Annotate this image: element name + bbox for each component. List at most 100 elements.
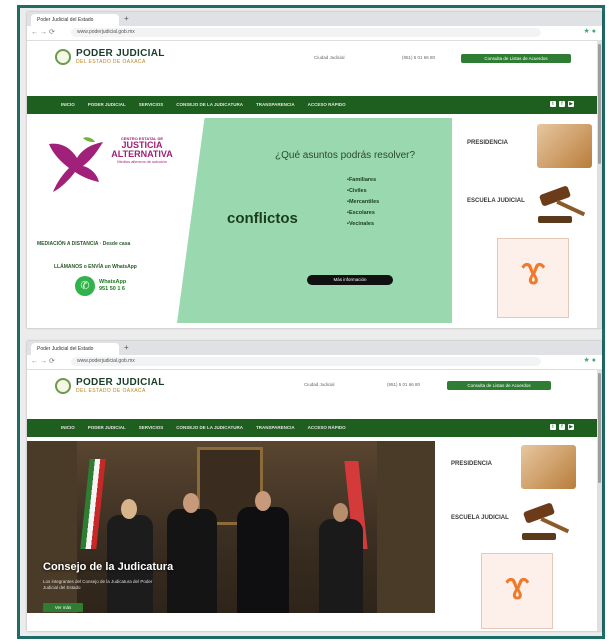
- main-nav: INICIO PODER JUDICIAL SERVICIOS CONSEJO …: [27, 96, 602, 114]
- hero-title-plain: Consejo: [43, 561, 90, 573]
- site-header: PODER JUDICIAL DEL ESTADO DE OAXACA Ciud…: [27, 370, 602, 420]
- list-item: Civiles: [347, 186, 379, 197]
- person-head: [255, 491, 271, 511]
- facebook-icon[interactable]: f: [559, 101, 565, 107]
- escuela-judicial-card[interactable]: ESCUELA JUDICIAL: [457, 180, 597, 236]
- person: [319, 519, 363, 613]
- presidencia-image: [537, 124, 592, 168]
- escuela-judicial-card[interactable]: ESCUELA JUDICIAL: [441, 497, 581, 553]
- nav-item-transparencia[interactable]: TRANSPARENCIA: [256, 96, 295, 114]
- card-title: ESCUELA JUDICIAL: [467, 198, 525, 204]
- mediacion-text: MEDIACIÓN A DISTANCIA · Desde casa: [37, 241, 131, 247]
- contact-phone: (951) 5 01 66 80: [402, 55, 436, 60]
- browser-tab[interactable]: Poder Judicial del Estado: [31, 343, 119, 355]
- nav-item-servicios[interactable]: SERVICIOS: [139, 96, 163, 114]
- gavel-icon: [538, 186, 586, 223]
- topic-list: Familiares Civiles Mercantiles Escolares…: [347, 175, 379, 230]
- nav-item-consejo[interactable]: CONSEJO DE LA JUDICATURA: [176, 96, 243, 114]
- youtube-icon[interactable]: ▶: [568, 424, 574, 430]
- list-item: Vecinales: [347, 219, 379, 230]
- card-title: PRESIDENCIA: [467, 140, 509, 146]
- mas-informacion-button[interactable]: Más información: [307, 275, 393, 285]
- hero-title-bold: de la Judicatura: [89, 561, 174, 573]
- extensions-icon[interactable]: ★ ●: [584, 27, 596, 35]
- nav-arrows-icon[interactable]: ←→⟳: [31, 28, 57, 36]
- mexico-flag: [80, 459, 106, 549]
- nav-item-acceso[interactable]: ACCESO RÁPIDO: [308, 96, 346, 114]
- site-header: PODER JUDICIAL DEL ESTADO DE OAXACA Ciud…: [27, 41, 602, 97]
- address-bar: ←→⟳ www.poderjudicial.gob.mx ★ ●: [27, 355, 602, 370]
- facebook-icon[interactable]: f: [559, 424, 565, 430]
- wall-panel: [377, 441, 435, 613]
- whatsapp-label: WhatsApp: [99, 279, 127, 285]
- presidencia-card[interactable]: PRESIDENCIA: [441, 441, 581, 497]
- youtube-icon[interactable]: ▶: [568, 101, 574, 107]
- header-cta-button[interactable]: Consulta de Listas de Acuerdos: [461, 54, 571, 63]
- logo-title: PODER JUDICIAL: [76, 377, 165, 388]
- awareness-ribbon-card[interactable]: ɤ: [481, 553, 553, 629]
- nav-item-consejo[interactable]: CONSEJO DE LA JUDICATURA: [176, 419, 243, 437]
- page-content: Consejo de la Judicatura Los integrantes…: [27, 441, 602, 631]
- green-panel: [177, 118, 452, 323]
- cj-logo-text: CENTRO ESTATAL DE JUSTICIA ALTERNATIVA M…: [97, 136, 187, 164]
- browser-window-1: Poder Judicial del Estado + ←→⟳ www.pode…: [27, 12, 602, 328]
- nav-item-inicio[interactable]: INICIO: [61, 419, 75, 437]
- list-item: Mercantiles: [347, 197, 379, 208]
- whatsapp-contact[interactable]: ✆ WhatsApp 951 50 1 6: [75, 276, 126, 296]
- person: [237, 507, 289, 613]
- nav-item-poder-judicial[interactable]: PODER JUDICIAL: [88, 96, 126, 114]
- page-content: CENTRO ESTATAL DE JUSTICIA ALTERNATIVA M…: [27, 118, 602, 328]
- twitter-icon[interactable]: t: [550, 101, 556, 107]
- logo-title: PODER JUDICIAL: [76, 48, 165, 59]
- card-title: PRESIDENCIA: [451, 461, 493, 467]
- new-tab-icon[interactable]: +: [124, 14, 129, 24]
- whatsapp-number: 951 50 1 6: [99, 286, 125, 292]
- contact-address: Ciudad Judicial: [304, 382, 335, 387]
- hero-caption: Los integrantes del Consejo de la Judica…: [43, 579, 153, 590]
- scrollbar-thumb[interactable]: [598, 44, 601, 164]
- nav-item-inicio[interactable]: INICIO: [61, 96, 75, 114]
- header-cta-button[interactable]: Consulta de Listas de Acuerdos: [447, 381, 551, 390]
- url-input[interactable]: www.poderjudicial.gob.mx: [71, 28, 541, 37]
- hero-button[interactable]: Ver más: [43, 603, 83, 612]
- extensions-icon[interactable]: ★ ●: [584, 356, 596, 364]
- justicia-alternativa-banner[interactable]: CENTRO ESTATAL DE JUSTICIA ALTERNATIVA M…: [27, 118, 452, 323]
- nav-item-acceso[interactable]: ACCESO RÁPIDO: [308, 419, 346, 437]
- cj-big-2: ALTERNATIVA: [111, 149, 173, 159]
- nav-item-transparencia[interactable]: TRANSPARENCIA: [256, 419, 295, 437]
- site-logo[interactable]: PODER JUDICIAL DEL ESTADO DE OAXACA: [55, 49, 165, 65]
- hero-slider[interactable]: Consejo de la Judicatura Los integrantes…: [27, 441, 435, 613]
- list-item: Familiares: [347, 175, 379, 186]
- ribbon-icon: ɤ: [521, 249, 546, 293]
- banner-question: ¿Qué asuntos podrás resolver?: [275, 150, 416, 161]
- twitter-icon[interactable]: t: [550, 424, 556, 430]
- scrollbar-thumb[interactable]: [598, 373, 601, 483]
- site-logo[interactable]: PODER JUDICIAL DEL ESTADO DE OAXACA: [55, 378, 165, 394]
- browser-tab[interactable]: Poder Judicial del Estado: [31, 14, 119, 26]
- sidebar: PRESIDENCIA ESCUELA JUDICIAL ɤ: [441, 441, 581, 631]
- whatsapp-icon: ✆: [75, 276, 95, 296]
- nav-item-servicios[interactable]: SERVICIOS: [139, 419, 163, 437]
- gavel-icon: [522, 503, 570, 540]
- awareness-ribbon-card[interactable]: ɤ: [497, 238, 569, 318]
- logo-subtitle: DEL ESTADO DE OAXACA: [76, 388, 146, 394]
- nav-arrows-icon[interactable]: ←→⟳: [31, 357, 57, 365]
- url-input[interactable]: www.poderjudicial.gob.mx: [71, 357, 541, 366]
- person: [167, 509, 217, 613]
- list-item: Escolares: [347, 208, 379, 219]
- scrollbar[interactable]: [597, 40, 602, 328]
- tab-bar: Poder Judicial del Estado +: [27, 341, 602, 355]
- cj-sub: Medios alternos de solución: [117, 159, 167, 164]
- nav-item-poder-judicial[interactable]: PODER JUDICIAL: [88, 419, 126, 437]
- banner-headline: conflictos: [227, 210, 298, 227]
- contact-address: Ciudad Judicial: [314, 55, 345, 60]
- presidencia-card[interactable]: PRESIDENCIA: [457, 120, 597, 176]
- ribbon-icon: ɤ: [505, 564, 530, 608]
- address-bar: ←→⟳ www.poderjudicial.gob.mx ★ ●: [27, 26, 602, 41]
- person-head: [121, 499, 137, 519]
- contact-phone: (951) 5 01 66 80: [387, 382, 421, 387]
- new-tab-icon[interactable]: +: [124, 343, 129, 353]
- tab-bar: Poder Judicial del Estado +: [27, 12, 602, 26]
- scrollbar[interactable]: [597, 369, 602, 631]
- seal-icon: [55, 49, 71, 65]
